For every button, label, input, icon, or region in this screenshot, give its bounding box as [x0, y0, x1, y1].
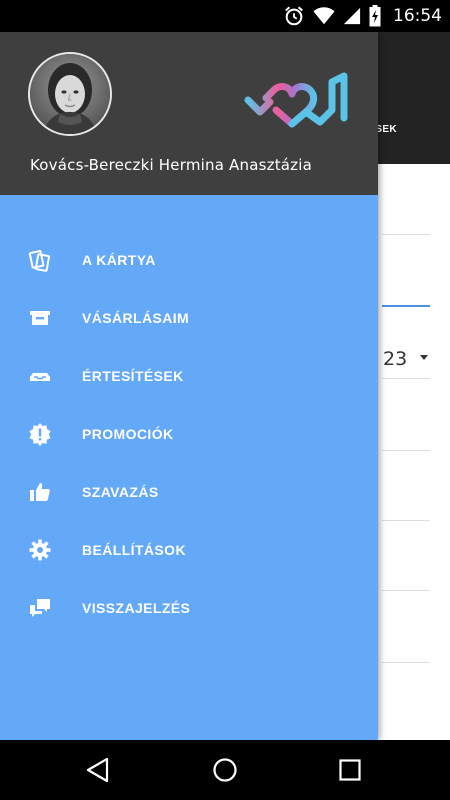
menu-item-promotions[interactable]: PROMOCIÓK — [0, 410, 378, 458]
menu-item-label: PROMOCIÓK — [82, 426, 174, 442]
menu-item-label: VISSZAJELZÉS — [82, 600, 191, 616]
promo-badge-icon — [28, 422, 52, 446]
shopping-basket-icon — [28, 306, 52, 330]
dropdown-caret-icon[interactable] — [420, 355, 428, 360]
menu-item-purchases[interactable]: VÁSÁRLÁSAIM — [0, 294, 378, 342]
menu-item-label: ÉRTESÍTÉSEK — [82, 368, 184, 384]
battery-charging-icon — [369, 5, 381, 27]
status-time: 16:54 — [393, 6, 442, 26]
cards-icon — [28, 248, 52, 272]
menu-item-label: SZAVAZÁS — [82, 484, 159, 500]
system-nav-bar — [0, 740, 450, 800]
status-bar: 16:54 — [0, 0, 450, 32]
menu-item-label: VÁSÁRLÁSAIM — [82, 310, 190, 326]
thumbs-up-icon — [28, 480, 52, 504]
home-icon[interactable] — [209, 754, 241, 786]
wifi-icon — [313, 6, 335, 26]
form-field-underline — [382, 590, 430, 591]
form-field-underline — [382, 662, 430, 663]
menu-item-settings[interactable]: BEÁLLÍTÁSOK — [0, 526, 378, 574]
form-field-underline — [382, 234, 430, 235]
settings-gear-icon — [28, 538, 52, 562]
inbox-tray-icon — [28, 364, 52, 388]
app-logo — [244, 72, 350, 133]
form-field-underline — [382, 520, 430, 521]
menu-item-card[interactable]: A KÁRTYA — [0, 236, 378, 284]
status-icons: 16:54 — [283, 0, 442, 32]
feedback-chat-icon — [28, 596, 52, 620]
drawer-header: Kovács-Bereczki Hermina Anasztázia — [0, 32, 378, 195]
signal-icon — [343, 7, 361, 25]
menu-item-label: A KÁRTYA — [82, 252, 156, 268]
back-icon[interactable] — [83, 754, 115, 786]
form-field-underline — [382, 378, 430, 379]
avatar[interactable] — [28, 52, 112, 136]
menu-item-notifications[interactable]: ÉRTESÍTÉSEK — [0, 352, 378, 400]
form-field-underline — [382, 450, 430, 451]
alarm-icon — [283, 5, 305, 27]
focused-field-underline — [382, 305, 430, 307]
menu-item-voting[interactable]: SZAVAZÁS — [0, 468, 378, 516]
user-name: Kovács-Bereczki Hermina Anasztázia — [30, 156, 313, 174]
menu-item-feedback[interactable]: VISSZAJELZÉS — [0, 584, 378, 632]
recents-icon[interactable] — [334, 754, 366, 786]
menu-item-label: BEÁLLÍTÁSOK — [82, 542, 186, 558]
underlying-select-value[interactable]: 23 — [383, 348, 407, 370]
navigation-drawer: Kovács-Bereczki Hermina Anasztázia A KÁR… — [0, 32, 378, 740]
